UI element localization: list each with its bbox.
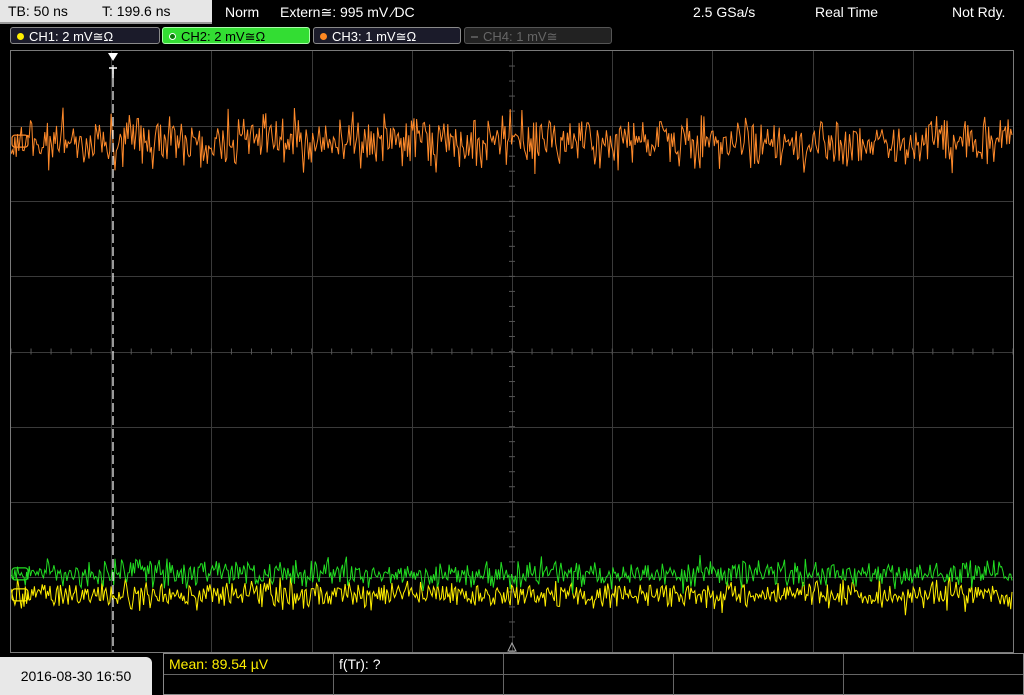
trigger-marker-icon[interactable] (108, 53, 118, 61)
timebase-label: TB: 50 ns (8, 3, 68, 19)
waveform-display[interactable] (10, 50, 1014, 653)
measure-cell-empty-9[interactable] (674, 674, 844, 695)
top-status-bar: TB: 50 ns T: 199.6 ns Norm Extern≅: 995 … (0, 0, 1024, 24)
channel-1-label: CH1: 2 mV≅Ω (29, 29, 114, 44)
mean-value: Mean: 89.54 µV (169, 656, 269, 672)
measure-cell-empty-3[interactable] (504, 654, 674, 674)
channel-2-label: CH2: 2 mV≅Ω (181, 29, 266, 44)
trigger-mode[interactable]: Norm (225, 0, 259, 24)
channel-1-trace (10, 576, 1013, 616)
channel-3-dot-icon (320, 33, 327, 40)
ftr-value: f(Tr): ? (339, 656, 381, 672)
measure-cell-ftr[interactable]: f(Tr): ? (334, 654, 504, 674)
trigger-source[interactable]: Extern≅: 995 mV ∕DC (280, 0, 415, 24)
channel-3-button[interactable]: CH3: 1 mV≅Ω (313, 27, 461, 44)
datetime-box: 2016-08-30 16:50 (0, 657, 152, 695)
acquisition-state: Not Rdy. (952, 4, 1006, 20)
sample-rate[interactable]: 2.5 GSa/s (693, 0, 755, 24)
trigger-t-icon (109, 67, 117, 78)
channel-3-label: CH3: 1 mV≅Ω (332, 29, 417, 44)
channel-4-label: CH4: 1 mV≅ (483, 29, 558, 44)
measure-cell-mean[interactable]: Mean: 89.54 µV (164, 654, 334, 674)
measurement-bar: 2016-08-30 16:50 Mean: 89.54 µV f(Tr): ? (0, 653, 1024, 695)
measure-cell-empty-7[interactable] (334, 674, 504, 695)
waveform-canvas (10, 50, 1014, 653)
channel-2-button[interactable]: CH2: 2 mV≅Ω (162, 27, 310, 44)
channel-bar: CH1: 2 mV≅Ω CH2: 2 mV≅Ω CH3: 1 mV≅Ω CH4:… (0, 25, 1024, 47)
measure-cell-empty-5[interactable] (844, 654, 1023, 674)
channel-4-button[interactable]: CH4: 1 mV≅ (464, 27, 612, 44)
channel-1-dot-icon (17, 33, 24, 40)
channel-2-dot-icon (169, 33, 176, 40)
measure-cell-empty-8[interactable] (504, 674, 674, 695)
acquisition-mode[interactable]: Real Time (815, 0, 878, 24)
traces (10, 107, 1013, 616)
measure-cell-empty-10[interactable] (844, 674, 1023, 695)
channel-1-button[interactable]: CH1: 2 mV≅Ω (10, 27, 160, 44)
channel-4-off-icon (471, 36, 478, 38)
measurement-table[interactable]: Mean: 89.54 µV f(Tr): ? (163, 653, 1024, 695)
datetime-label: 2016-08-30 16:50 (20, 668, 132, 684)
trigger-time-label: T: 199.6 ns (102, 3, 171, 19)
timebase-box[interactable]: TB: 50 ns T: 199.6 ns (0, 0, 212, 24)
measure-cell-empty-4[interactable] (674, 654, 844, 674)
measure-cell-empty-6[interactable] (164, 674, 334, 695)
channel-3-trace (10, 107, 1013, 175)
